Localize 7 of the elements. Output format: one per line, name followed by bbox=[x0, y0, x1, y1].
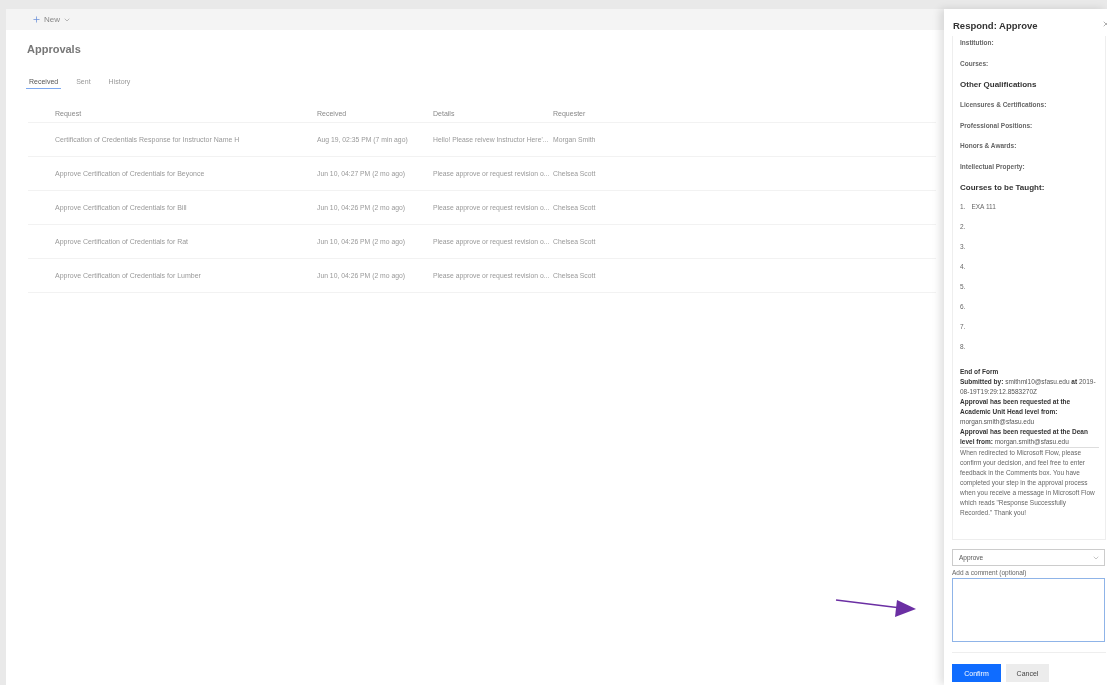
section-heading: Other Qualifications bbox=[960, 79, 1038, 91]
new-button[interactable]: New bbox=[32, 15, 71, 24]
page-title: Approvals bbox=[27, 43, 82, 55]
section-heading: Courses to be Taught: bbox=[960, 182, 1046, 194]
plus-icon bbox=[32, 15, 41, 24]
panel-title: Respond: Approve bbox=[953, 20, 1038, 33]
comment-field[interactable] bbox=[952, 578, 1105, 642]
